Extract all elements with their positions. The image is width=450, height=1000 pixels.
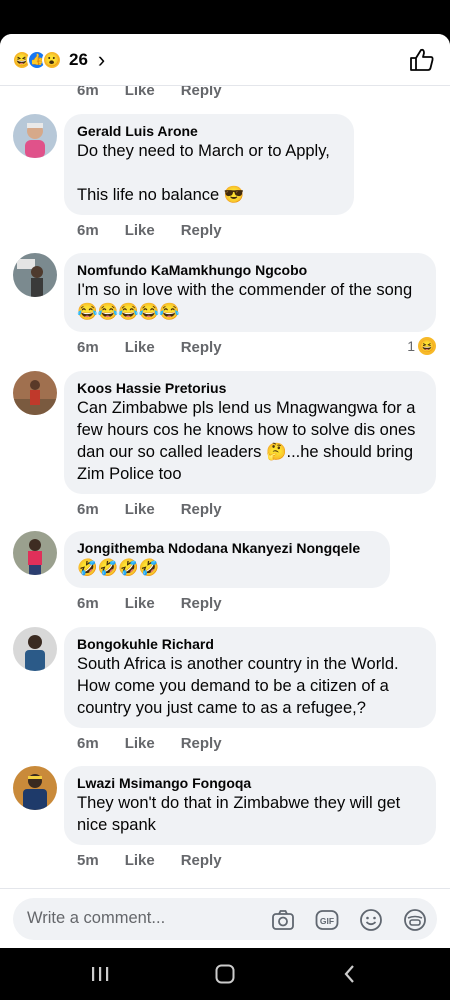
comment-text: South Africa is another country in the W…	[77, 655, 404, 717]
reaction-count: 26	[69, 49, 88, 69]
reply-link[interactable]: Reply	[181, 595, 222, 612]
status-bar	[0, 0, 450, 34]
chevron-right-icon: ›	[97, 46, 106, 72]
comment-text: Do they need to March or to Apply, This …	[77, 142, 330, 204]
reply-link[interactable]: Reply	[181, 501, 222, 518]
wow-reaction-icon: 😮	[42, 49, 62, 70]
reply-link[interactable]: Reply	[181, 735, 222, 752]
like-link[interactable]: Like	[125, 222, 155, 239]
comment-input[interactable]: Write a comment... GIF	[13, 898, 437, 940]
comments-sheet: 😆 👍 😮 26 › 6m Like Reply Gerald Luis Aro…	[0, 34, 450, 948]
haha-reaction-icon: 😆	[418, 337, 436, 355]
like-link[interactable]: Like	[125, 501, 155, 518]
like-thumb-icon[interactable]	[408, 46, 436, 74]
comment-composer: Write a comment... GIF	[0, 888, 450, 948]
svg-text:GIF: GIF	[320, 916, 334, 926]
avatar[interactable]	[13, 766, 57, 810]
back-icon[interactable]	[338, 962, 362, 986]
comment-bubble[interactable]: Bongokuhle Richard South Africa is anoth…	[64, 627, 436, 728]
comment-bubble[interactable]: Gerald Luis Arone Do they need to March …	[64, 114, 354, 215]
comment-text: They won't do that in Zimbabwe they will…	[77, 794, 405, 834]
comment-meta: 6m Like Reply	[77, 735, 222, 752]
commenter-name[interactable]: Koos Hassie Pretorius	[77, 379, 423, 397]
comment-reaction-badge[interactable]: 1 😆	[407, 337, 436, 355]
comment-text: 🤣🤣🤣🤣	[77, 559, 160, 577]
reaction-count: 1	[407, 338, 415, 354]
reply-link[interactable]: Reply	[181, 339, 222, 356]
gif-icon[interactable]: GIF	[315, 908, 339, 932]
comment-time: 6m	[77, 735, 99, 752]
comment-time: 6m	[77, 222, 99, 239]
comment-placeholder: Write a comment...	[27, 909, 166, 927]
camera-icon[interactable]	[271, 908, 295, 932]
reply-link[interactable]: Reply	[181, 222, 222, 239]
sticker-icon[interactable]	[403, 908, 427, 932]
comment-text: Can Zimbabwe pls lend us Mnagwangwa for …	[77, 399, 421, 483]
comment-meta: 6m Like Reply	[77, 501, 222, 518]
comment-time: 6m	[77, 501, 99, 518]
reactions-header: 😆 👍 😮 26 ›	[0, 34, 450, 86]
avatar[interactable]	[13, 627, 57, 671]
comment-meta: 6m Like Reply	[77, 339, 222, 356]
home-icon[interactable]	[213, 962, 237, 986]
avatar[interactable]	[13, 531, 57, 575]
commenter-name[interactable]: Nomfundo KaMamkhungo Ngcobo	[77, 261, 423, 279]
reply-link[interactable]: Reply	[181, 852, 222, 869]
system-nav-bar	[0, 948, 450, 1000]
comment-text: I'm so in love with the commender of the…	[77, 281, 417, 321]
comment-bubble[interactable]: Nomfundo KaMamkhungo Ngcobo I'm so in lo…	[64, 253, 436, 332]
commenter-name[interactable]: Bongokuhle Richard	[77, 635, 423, 653]
comment-meta: 6m Like Reply	[77, 595, 222, 612]
comment-meta: 6m Like Reply	[77, 222, 222, 239]
commenter-name[interactable]: Gerald Luis Arone	[77, 122, 341, 140]
reaction-summary[interactable]: 😆 👍 😮 26 ›	[12, 46, 106, 72]
like-link[interactable]: Like	[125, 595, 155, 612]
like-link[interactable]: Like	[125, 852, 155, 869]
avatar[interactable]	[13, 253, 57, 297]
recent-apps-icon[interactable]	[88, 962, 112, 986]
emoji-icon[interactable]	[359, 908, 383, 932]
comment-bubble[interactable]: Lwazi Msimango Fongoqa They won't do tha…	[64, 766, 436, 845]
comment-bubble[interactable]: Koos Hassie Pretorius Can Zimbabwe pls l…	[64, 371, 436, 494]
like-link[interactable]: Like	[125, 339, 155, 356]
comment-time: 6m	[77, 339, 99, 356]
comment-bubble[interactable]: Jongithemba Ndodana Nkanyezi Nongqele 🤣🤣…	[64, 531, 390, 588]
like-link[interactable]: Like	[125, 735, 155, 752]
commenter-name[interactable]: Jongithemba Ndodana Nkanyezi Nongqele	[77, 539, 377, 557]
avatar[interactable]	[13, 371, 57, 415]
comment-time: 6m	[77, 595, 99, 612]
avatar[interactable]	[13, 114, 57, 158]
comment-time: 5m	[77, 852, 99, 869]
comment-meta: 5m Like Reply	[77, 852, 222, 869]
commenter-name[interactable]: Lwazi Msimango Fongoqa	[77, 774, 423, 792]
